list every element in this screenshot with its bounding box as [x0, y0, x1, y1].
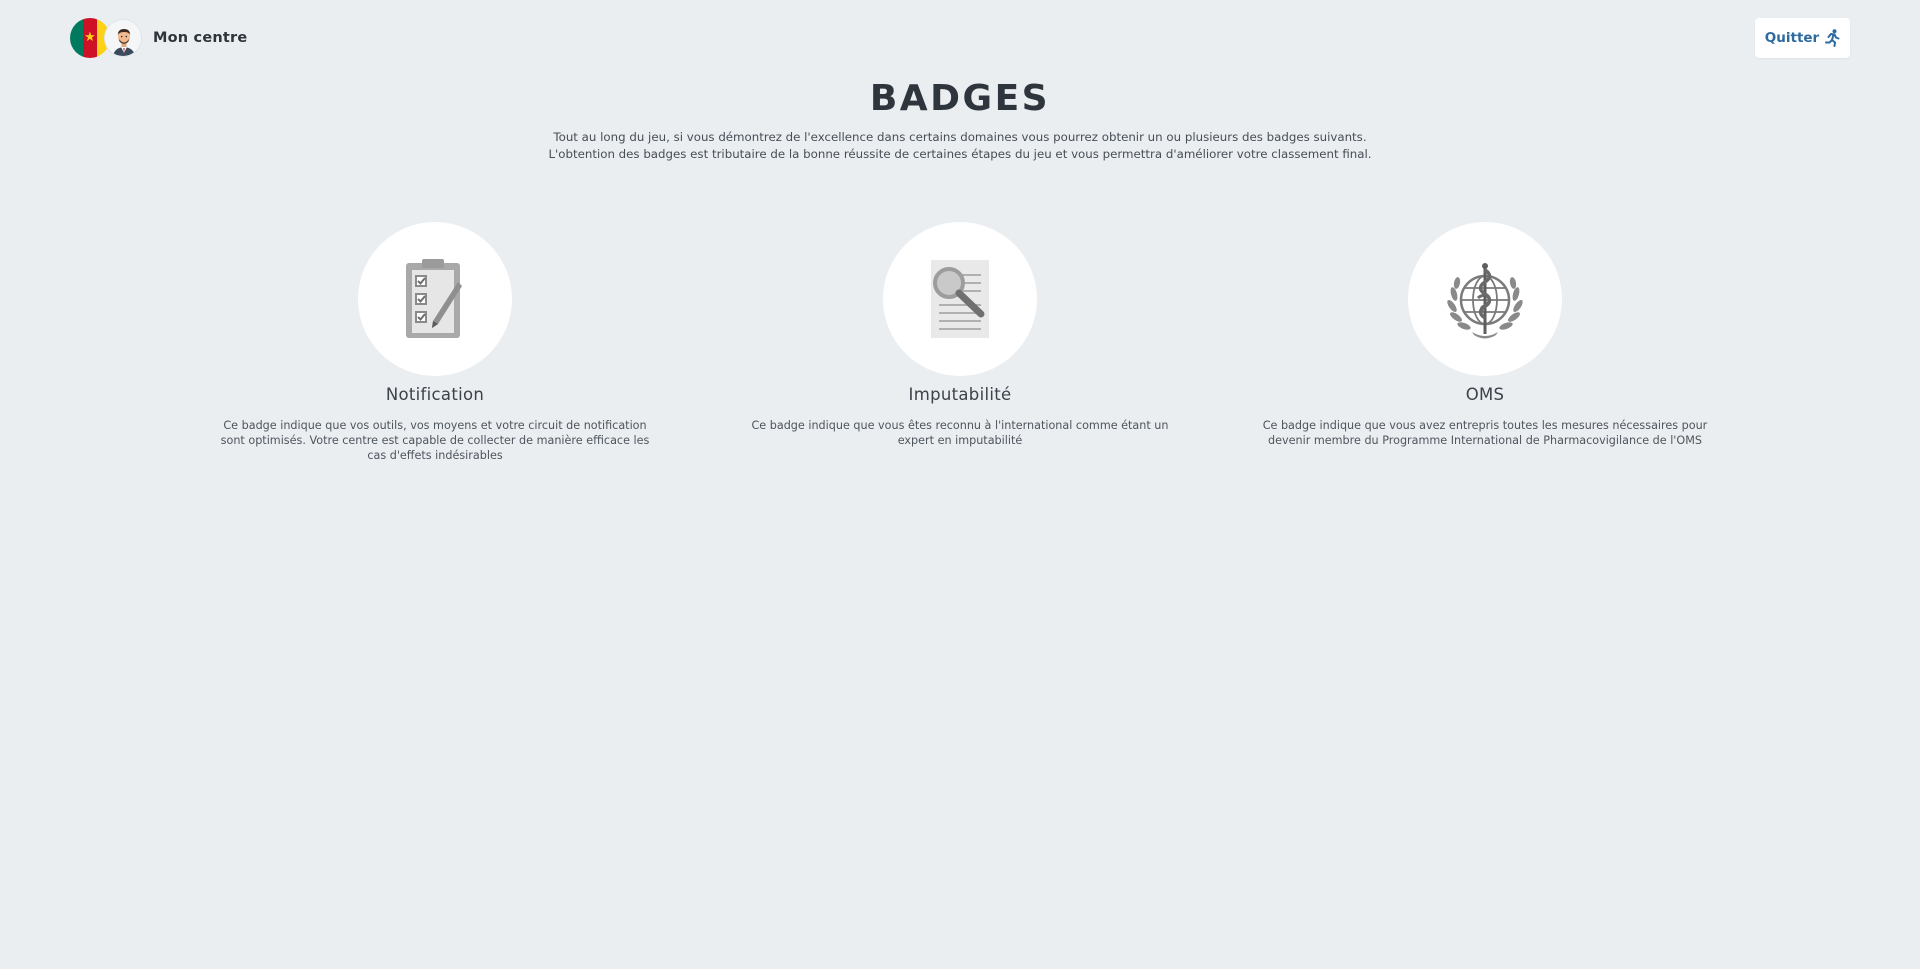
- quit-label: Quitter: [1764, 30, 1820, 46]
- badge-notification: Notification Ce badge indique que vos ou…: [205, 222, 665, 463]
- profile-area: ★ Mon centre: [70, 18, 247, 58]
- user-avatar-icon: [104, 19, 142, 57]
- badge-icon-circle: [883, 222, 1037, 376]
- intro-text: Tout au long du jeu, si vous démontrez d…: [548, 130, 1372, 161]
- center-name: Mon centre: [153, 30, 248, 46]
- document-magnifier-icon: [931, 260, 989, 338]
- badge-description: Ce badge indique que vos outils, vos moy…: [220, 419, 650, 462]
- badge-description: Ce badge indique que vous êtes reconnu à…: [751, 419, 1169, 447]
- badge-name: OMS: [1465, 385, 1505, 404]
- badge-imputabilite: Imputabilité Ce badge indique que vous ê…: [730, 222, 1190, 448]
- clipboard-checklist-icon: [406, 259, 462, 338]
- badge-oms: OMS Ce badge indique que vous avez entre…: [1255, 222, 1715, 448]
- badge-description: Ce badge indique que vous avez entrepris…: [1262, 419, 1708, 447]
- quit-button[interactable]: Quitter: [1755, 18, 1850, 58]
- who-emblem-icon: [1447, 263, 1523, 339]
- badge-name: Imputabilité: [908, 385, 1012, 404]
- running-person-icon: [1825, 29, 1840, 47]
- badge-name: Notification: [385, 385, 485, 404]
- page-title: BADGES: [869, 78, 1051, 119]
- badge-icon-circle: [358, 222, 512, 376]
- badge-icon-circle: [1408, 222, 1562, 376]
